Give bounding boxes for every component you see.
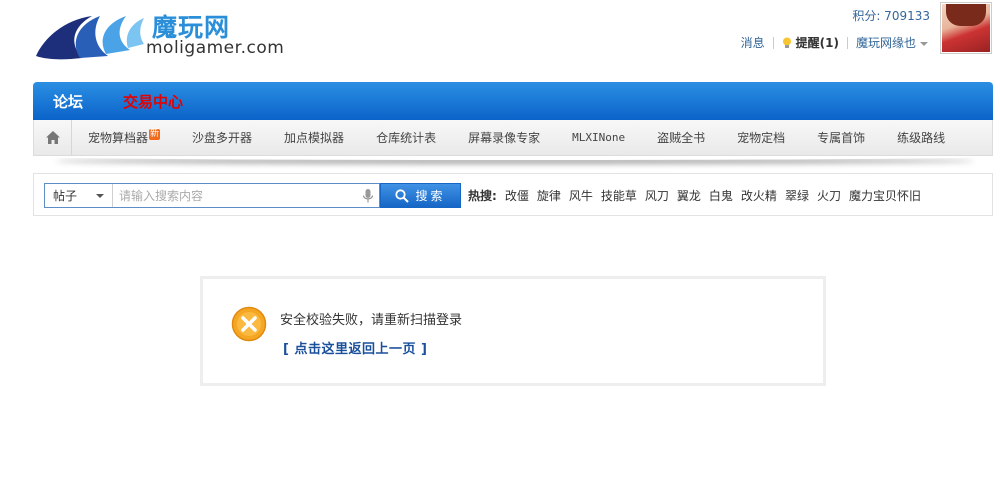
hot-search-item[interactable]: 改僵 [505, 187, 529, 204]
subnav-item-screen-recorder[interactable]: 屏幕录像专家 [452, 129, 556, 146]
hot-search-item[interactable]: 白鬼 [709, 187, 733, 204]
wave-logo-icon [36, 16, 144, 60]
new-badge: 新 [149, 129, 161, 140]
subnav-item-mlxinone[interactable]: MLXINone [556, 131, 641, 144]
hot-search-item[interactable]: 魔力宝贝怀旧 [849, 187, 921, 204]
chevron-down-icon [920, 41, 928, 46]
search-button-label: 搜索 [415, 189, 446, 203]
sub-nav: 宠物算档器新 沙盘多开器 加点模拟器 仓库统计表 屏幕录像专家 MLXINone… [33, 120, 993, 156]
remind-link[interactable]: 提醒(1) [782, 34, 839, 51]
user-points[interactable]: 积分: 709133 [852, 7, 930, 24]
search-type-select[interactable]: 帖子 [45, 184, 113, 207]
subnav-item-leveling-route[interactable]: 练级路线 [881, 129, 961, 146]
error-x-icon [231, 306, 267, 342]
lightbulb-icon [782, 37, 791, 48]
hot-search-label: 热搜: [468, 189, 497, 203]
search-button[interactable]: 搜索 [380, 183, 461, 208]
subnav-item-warehouse-stats[interactable]: 仓库统计表 [360, 129, 452, 146]
search-bar-row: 帖子 搜索 热搜: 改僵 旋律 风牛 技能草 风刀 翼龙 白鬼 改火精 翠绿 火… [33, 173, 993, 216]
hot-search-item[interactable]: 旋律 [537, 187, 561, 204]
hot-search-item[interactable]: 技能草 [601, 187, 637, 204]
microphone-icon[interactable] [361, 188, 375, 204]
nav-forum[interactable]: 论坛 [53, 91, 83, 112]
search-type-label: 帖子 [53, 189, 78, 203]
messages-link[interactable]: 消息 [741, 34, 765, 51]
user-links: 消息 提醒(1) 魔玩网缘也 [741, 34, 928, 51]
hot-search-item[interactable]: 改火精 [741, 187, 777, 204]
username-menu[interactable]: 魔玩网缘也 [856, 34, 928, 51]
search-icon [395, 188, 410, 203]
hot-search-item[interactable]: 翠绿 [785, 187, 809, 204]
hot-searches: 热搜: 改僵 旋律 风牛 技能草 风刀 翼龙 白鬼 改火精 翠绿 火刀 魔力宝贝… [468, 187, 929, 204]
home-button[interactable] [34, 120, 72, 155]
divider [846, 36, 848, 49]
home-icon [45, 131, 60, 144]
subnav-item-point-simulator[interactable]: 加点模拟器 [268, 129, 360, 146]
subnav-item-label: 宠物算档器 [88, 131, 149, 145]
hot-search-item[interactable]: 火刀 [817, 187, 841, 204]
search-input[interactable] [113, 184, 361, 207]
subnav-item-pet-rating[interactable]: 宠物定档 [721, 129, 801, 146]
remind-label: 提醒(1) [795, 36, 839, 50]
main-nav: 论坛 交易中心 [33, 82, 993, 120]
subnav-item-pet-calculator[interactable]: 宠物算档器新 [72, 129, 176, 146]
avatar[interactable] [940, 2, 992, 54]
error-message-box: 安全校验失败，请重新扫描登录 [ 点击这里返回上一页 ] [200, 276, 826, 386]
subnav-item-thief-book[interactable]: 盗贼全书 [641, 129, 721, 146]
back-link[interactable]: [ 点击这里返回上一页 ] [283, 338, 427, 357]
hot-search-item[interactable]: 风牛 [569, 187, 593, 204]
subnav-item-exclusive-jewelry[interactable]: 专属首饰 [801, 129, 881, 146]
logo-english-text: moligamer.com [146, 38, 285, 58]
search-box: 帖子 [44, 183, 380, 208]
hot-search-item[interactable]: 风刀 [645, 187, 669, 204]
nav-trade-center[interactable]: 交易中心 [123, 91, 183, 112]
error-message-text: 安全校验失败，请重新扫描登录 [280, 313, 463, 328]
username-label: 魔玩网缘也 [855, 36, 916, 50]
subnav-item-sandbox-multi[interactable]: 沙盘多开器 [176, 129, 268, 146]
hot-search-item[interactable]: 翼龙 [677, 187, 701, 204]
site-logo[interactable]: 魔玩网 moligamer.com [34, 6, 304, 66]
chevron-down-icon [96, 193, 104, 198]
avatar-image [942, 4, 990, 52]
divider [772, 36, 774, 49]
avatar-hair-shape [946, 4, 986, 26]
